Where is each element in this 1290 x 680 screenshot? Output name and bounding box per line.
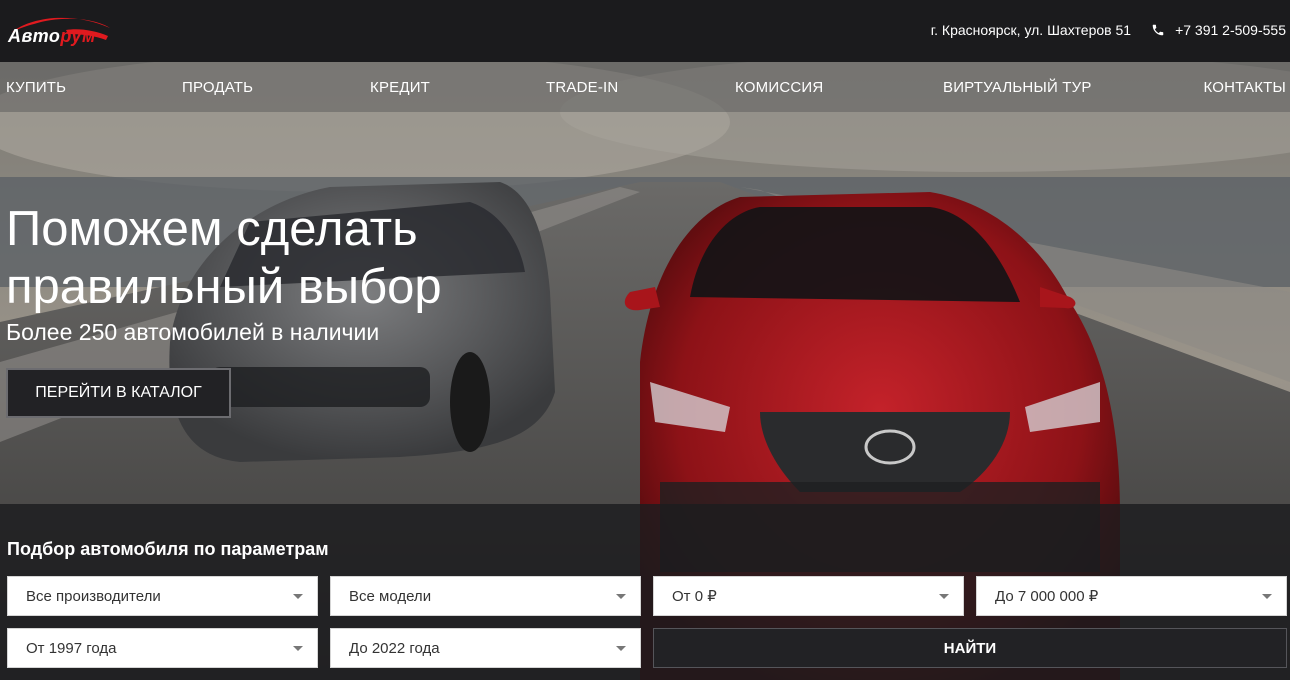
- chevron-down-icon: [293, 594, 303, 599]
- site-header: Авторум г. Красноярск, ул. Шахтеров 51 +…: [0, 0, 1290, 62]
- chevron-down-icon: [939, 594, 949, 599]
- address-text: г. Красноярск, ул. Шахтеров 51: [930, 22, 1132, 38]
- manufacturer-value: Все производители: [26, 587, 161, 605]
- price-from-select[interactable]: От 0 ₽: [653, 576, 964, 616]
- nav-item-contacts[interactable]: КОНТАКТЫ: [1203, 79, 1286, 96]
- go-to-catalog-button[interactable]: ПЕРЕЙТИ В КАТАЛОГ: [6, 368, 231, 418]
- year-from-select[interactable]: От 1997 года: [7, 628, 318, 668]
- hero-title-line-2: правильный выбор: [6, 260, 442, 314]
- car-filter-panel: Подбор автомобиля по параметрам Все прои…: [0, 504, 1290, 680]
- search-button[interactable]: НАЙТИ: [653, 628, 1287, 668]
- model-value: Все модели: [349, 587, 432, 605]
- nav-item-credit[interactable]: КРЕДИТ: [370, 79, 430, 96]
- chevron-down-icon: [293, 646, 303, 651]
- header-contacts: г. Красноярск, ул. Шахтеров 51 +7 391 2-…: [931, 22, 1286, 38]
- site-logo[interactable]: Авторум: [6, 14, 114, 50]
- nav-item-commission[interactable]: КОМИССИЯ: [735, 79, 823, 96]
- chevron-down-icon: [1262, 594, 1272, 599]
- year-to-select[interactable]: До 2022 года: [330, 628, 641, 668]
- nav-item-trade-in[interactable]: TRADE-IN: [546, 79, 618, 96]
- price-to-select[interactable]: До 7 000 000 ₽: [976, 576, 1287, 616]
- nav-item-sell[interactable]: ПРОДАТЬ: [182, 79, 253, 96]
- manufacturer-select[interactable]: Все производители: [7, 576, 318, 616]
- hero-title: Поможем сделать правильный выбор: [6, 200, 606, 316]
- nav-item-buy[interactable]: КУПИТЬ: [6, 79, 66, 96]
- model-select[interactable]: Все модели: [330, 576, 641, 616]
- hero-title-line-1: Поможем сделать: [6, 202, 418, 256]
- phone-icon: [1152, 24, 1164, 36]
- hero-subtitle: Более 250 автомобилей в наличии: [6, 319, 380, 345]
- filter-title: Подбор автомобиля по параметрам: [7, 539, 329, 559]
- year-to-value: До 2022 года: [349, 639, 440, 657]
- logo-wordmark: Авторум: [8, 26, 96, 46]
- nav-item-virtual-tour[interactable]: ВИРТУАЛЬНЫЙ ТУР: [943, 79, 1092, 96]
- chevron-down-icon: [616, 646, 626, 651]
- year-from-value: От 1997 года: [26, 639, 117, 657]
- phone-link[interactable]: +7 391 2-509-555: [1175, 22, 1286, 38]
- price-to-value: До 7 000 000 ₽: [995, 588, 1099, 605]
- price-from-value: От 0 ₽: [672, 588, 717, 605]
- chevron-down-icon: [616, 594, 626, 599]
- main-nav: КУПИТЬ ПРОДАТЬ КРЕДИТ TRADE-IN КОМИССИЯ …: [0, 62, 1290, 112]
